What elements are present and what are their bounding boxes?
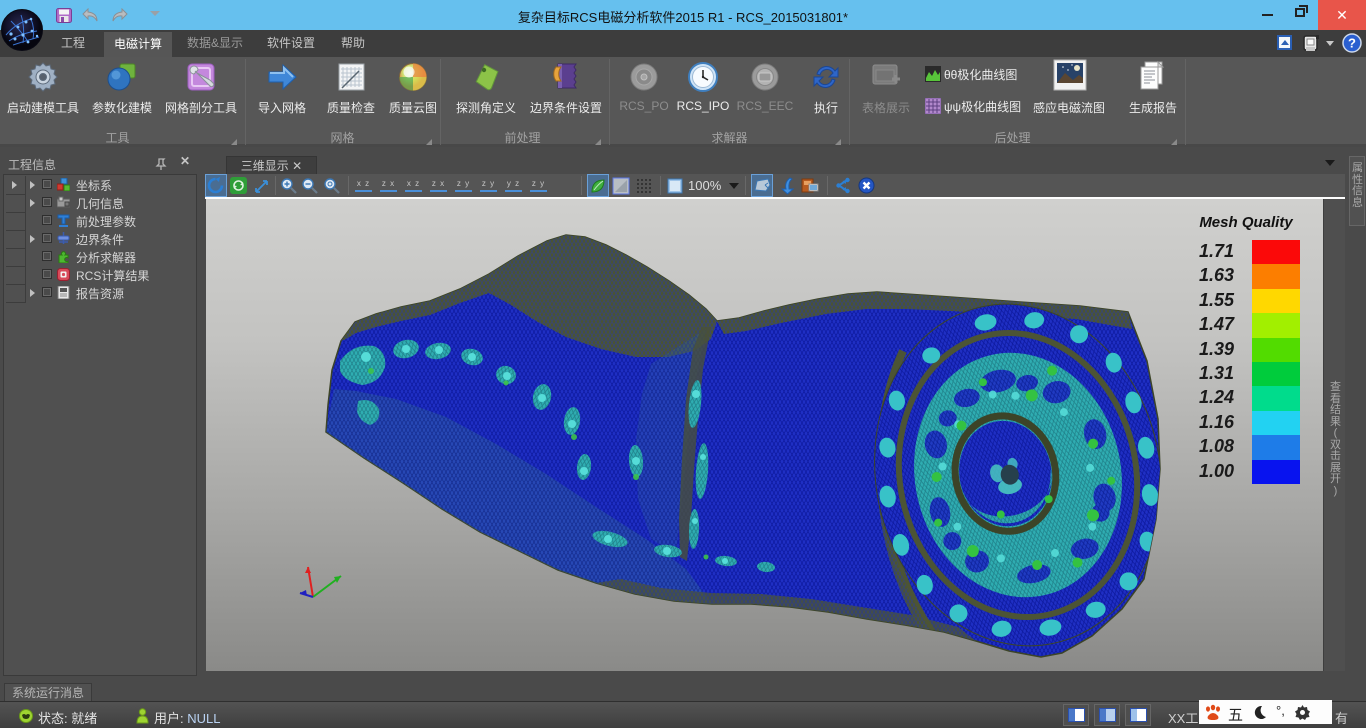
svg-text:?: ? xyxy=(1348,36,1356,51)
